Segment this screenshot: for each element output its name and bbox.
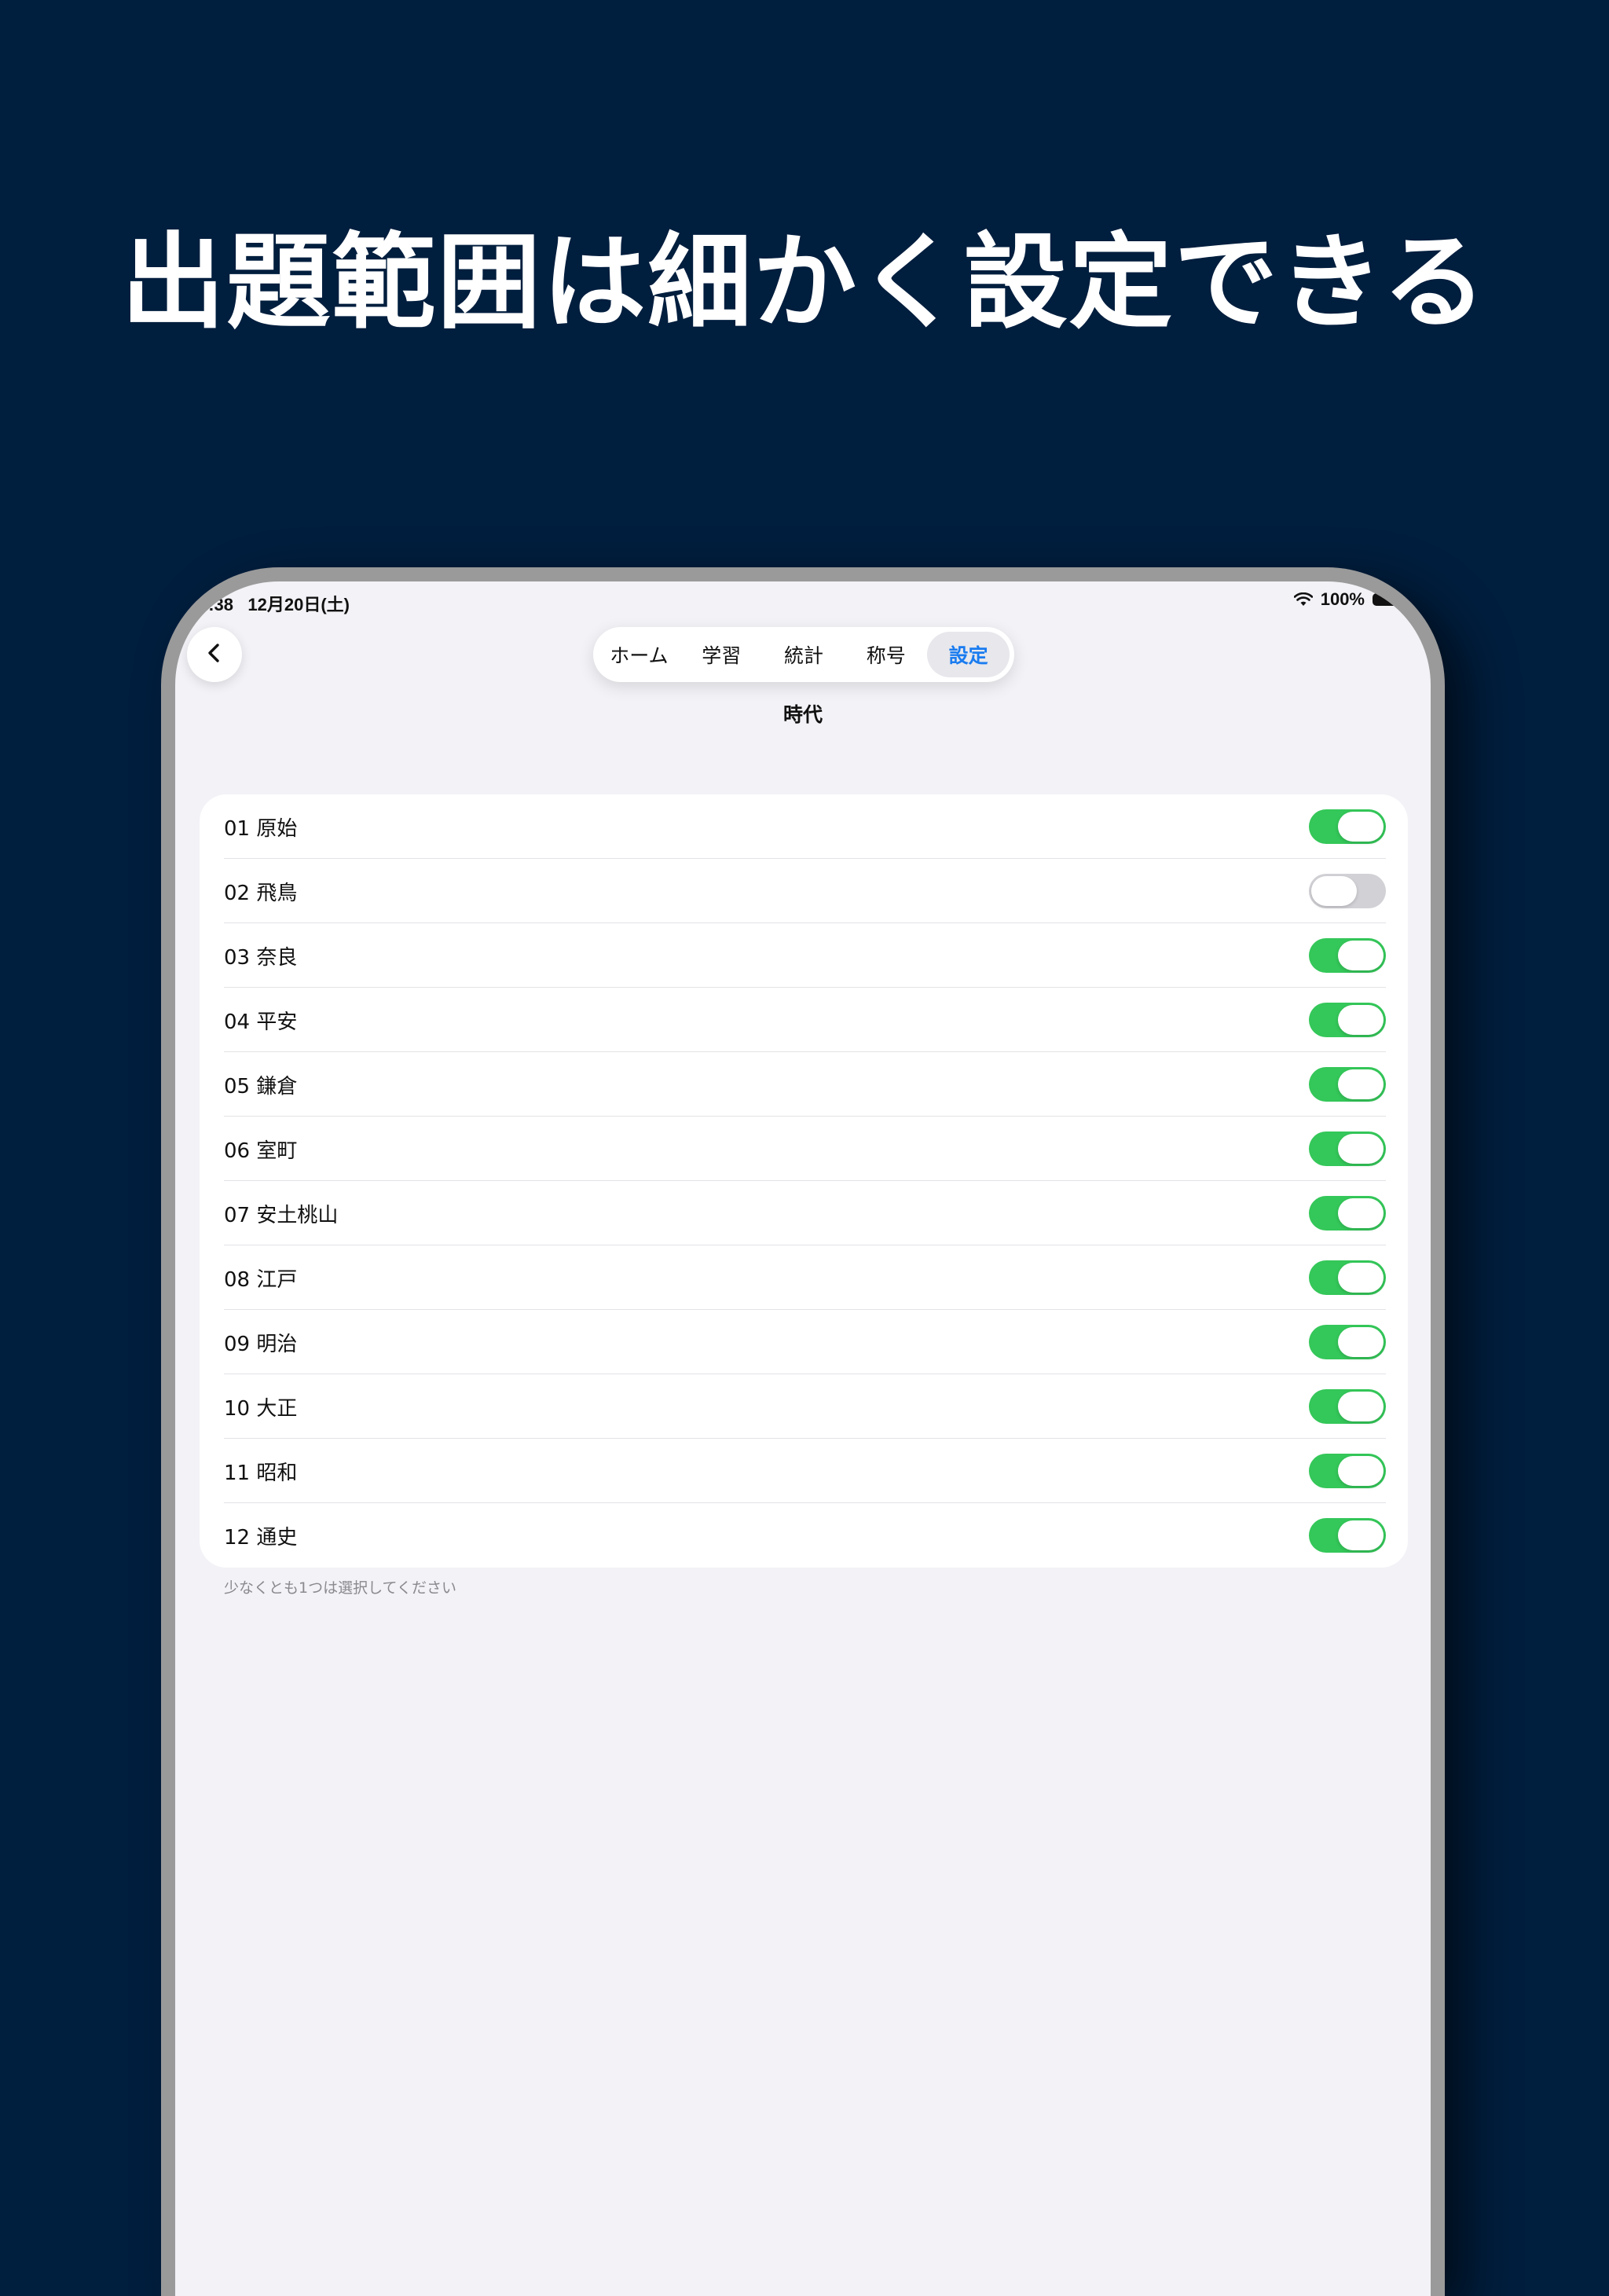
era-label: 06 室町 [224, 1139, 298, 1163]
list-item: 12 通史 [200, 1503, 1408, 1568]
era-toggle[interactable] [1309, 1067, 1386, 1102]
status-time-date: 9:38 12月20日(土) [199, 591, 350, 616]
list-item: 08 江戸 [200, 1245, 1408, 1310]
tab-titles[interactable]: 称号 [845, 632, 927, 677]
era-label: 05 鎌倉 [224, 1074, 298, 1098]
tablet-screen: 9:38 12月20日(土) 100% ホーム 学習 統計 称号 設定 時代 0… [175, 581, 1431, 2296]
page-title: 時代 [783, 703, 823, 726]
era-toggle[interactable] [1309, 1454, 1386, 1488]
tab-settings[interactable]: 設定 [927, 632, 1010, 677]
era-toggle[interactable] [1309, 938, 1386, 973]
era-toggle[interactable] [1309, 809, 1386, 844]
list-item: 07 安土桃山 [200, 1181, 1408, 1245]
era-label: 09 明治 [224, 1332, 298, 1356]
era-label: 08 江戸 [224, 1267, 298, 1292]
list-item: 03 奈良 [200, 923, 1408, 988]
toggle-knob [1338, 1456, 1384, 1486]
toggle-knob [1338, 1005, 1384, 1035]
toggle-knob [1338, 941, 1384, 970]
era-label: 07 安土桃山 [224, 1203, 339, 1227]
era-list: 01 原始 02 飛鳥 03 奈良 04 平安 05 鎌倉 06 室町 07 安… [200, 794, 1408, 1568]
era-toggle[interactable] [1309, 874, 1386, 908]
list-item: 05 鎌倉 [200, 1052, 1408, 1117]
status-indicators: 100% [1293, 589, 1403, 610]
toggle-knob [1338, 812, 1384, 842]
era-label: 01 原始 [224, 816, 298, 841]
toggle-knob [1338, 1134, 1384, 1164]
battery-percent: 100% [1320, 589, 1365, 609]
era-label: 10 大正 [224, 1396, 298, 1421]
era-toggle[interactable] [1309, 1389, 1386, 1424]
tab-home[interactable]: ホーム [598, 632, 680, 677]
list-item: 10 大正 [200, 1374, 1408, 1439]
era-toggle[interactable] [1309, 1518, 1386, 1553]
era-toggle[interactable] [1309, 1196, 1386, 1231]
tab-bar: ホーム 学習 統計 称号 設定 [593, 627, 1014, 682]
era-toggle[interactable] [1309, 1131, 1386, 1166]
era-toggle[interactable] [1309, 1260, 1386, 1295]
footnote: 少なくとも1つは選択してください [224, 1579, 456, 1597]
era-label: 03 奈良 [224, 945, 298, 970]
chevron-left-icon [203, 641, 226, 668]
era-label: 02 飛鳥 [224, 881, 298, 905]
back-button[interactable] [187, 627, 242, 682]
toggle-knob [1311, 876, 1357, 906]
status-bar: 9:38 12月20日(土) 100% [175, 581, 1431, 618]
list-item: 11 昭和 [200, 1439, 1408, 1503]
headline: 出題範囲は細かく設定できる [121, 222, 1488, 343]
toggle-knob [1338, 1198, 1384, 1228]
status-time: 9:38 [199, 595, 234, 614]
list-item: 09 明治 [200, 1310, 1408, 1374]
era-toggle[interactable] [1309, 1325, 1386, 1359]
status-date: 12月20日(土) [247, 595, 350, 614]
toggle-knob [1338, 1263, 1384, 1293]
toggle-knob [1338, 1327, 1384, 1357]
wifi-icon [1293, 592, 1313, 607]
era-label: 11 昭和 [224, 1461, 298, 1485]
era-toggle[interactable] [1309, 1003, 1386, 1037]
tab-stats[interactable]: 統計 [763, 632, 845, 677]
list-item: 04 平安 [200, 988, 1408, 1052]
list-item: 06 室町 [200, 1117, 1408, 1181]
tab-study[interactable]: 学習 [680, 632, 763, 677]
tablet-frame: 9:38 12月20日(土) 100% ホーム 学習 統計 称号 設定 時代 0… [161, 567, 1445, 2296]
list-item: 01 原始 [200, 794, 1408, 859]
toggle-knob [1338, 1520, 1384, 1550]
era-label: 12 通史 [224, 1525, 298, 1550]
list-item: 02 飛鳥 [200, 859, 1408, 923]
toggle-knob [1338, 1392, 1384, 1421]
battery-icon [1373, 593, 1403, 606]
toggle-knob [1338, 1069, 1384, 1099]
era-label: 04 平安 [224, 1010, 298, 1034]
